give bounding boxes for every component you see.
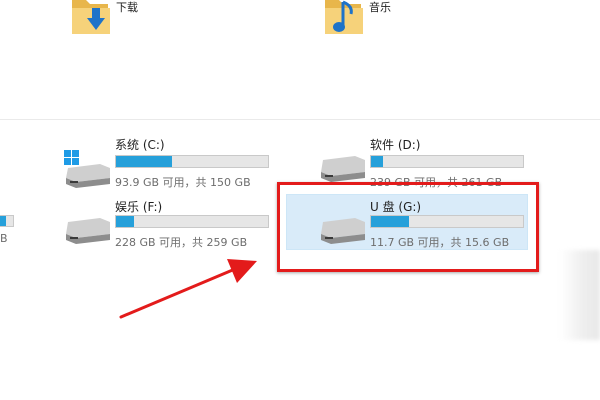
folder-music-label: 音乐 (369, 1, 391, 14)
drive-c-usage-fill (116, 156, 173, 167)
folder-music[interactable]: 音乐 (323, 0, 443, 40)
drive-c[interactable]: 系统 (C:) 93.9 GB 可用，共 150 GB (60, 136, 275, 192)
section-divider (0, 119, 600, 120)
folder-music-icon (323, 0, 365, 40)
drive-c-space: 93.9 GB 可用，共 150 GB (115, 176, 251, 189)
drive-d-usage-bar (370, 155, 524, 168)
folder-downloads-icon (70, 0, 112, 40)
hard-drive-icon (60, 212, 112, 252)
drive-d-name: 软件 (D:) (370, 138, 421, 152)
annotation-highlight-box (277, 182, 539, 272)
folder-downloads[interactable]: 下载 (70, 0, 190, 40)
partial-drive-space: B (0, 232, 8, 245)
folder-downloads-label: 下载 (116, 1, 138, 14)
windows-drive-icon (60, 150, 112, 190)
drive-f-space: 228 GB 可用，共 259 GB (115, 236, 248, 249)
drive-f[interactable]: 娱乐 (F:) 228 GB 可用，共 259 GB (60, 196, 275, 252)
drive-c-usage-bar (115, 155, 269, 168)
drive-f-usage-fill (116, 216, 135, 227)
blurred-edge (560, 250, 600, 340)
partial-drive-bar (0, 215, 14, 227)
drive-f-name: 娱乐 (F:) (115, 200, 163, 214)
annotation-arrow-icon (119, 259, 257, 319)
drive-d-usage-fill (371, 156, 384, 167)
drive-c-name: 系统 (C:) (115, 138, 165, 152)
drive-f-usage-bar (115, 215, 269, 228)
